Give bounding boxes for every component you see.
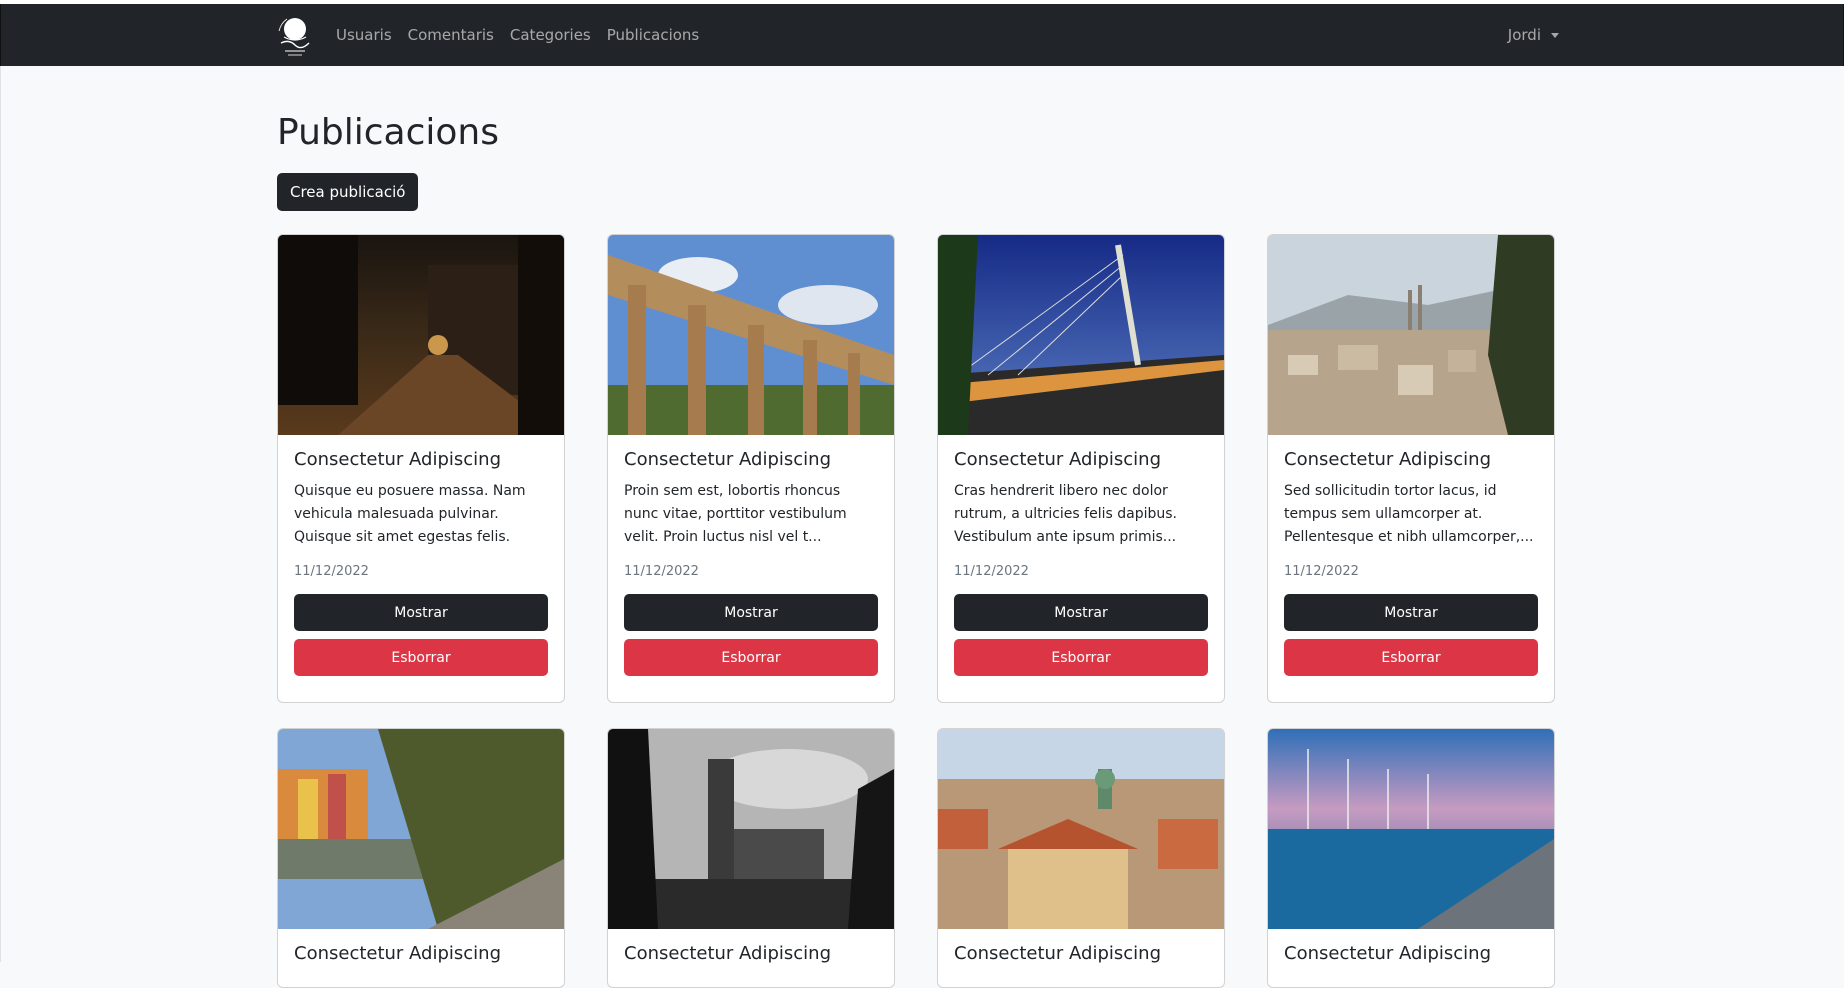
post-card: Consectetur Adipiscing	[937, 728, 1225, 988]
post-card: Consectetur Adipiscing	[607, 728, 895, 988]
post-excerpt: Cras hendrerit libero nec dolor rutrum, …	[954, 483, 1177, 545]
post-card: Consectetur Adipiscing Quisque eu posuer…	[277, 234, 565, 703]
nav-link-comentaris[interactable]: Comentaris	[408, 26, 494, 44]
post-excerpt: Proin sem est, lobortis rhoncus nunc vit…	[624, 483, 847, 545]
delete-button[interactable]: Esborrar	[294, 639, 548, 676]
post-title: Consectetur Adipiscing	[1284, 449, 1492, 470]
show-button[interactable]: Mostrar	[1284, 594, 1538, 631]
show-button[interactable]: Mostrar	[294, 594, 548, 631]
navbar: Usuaris Comentaris Categories Publicacio…	[0, 4, 1844, 66]
post-title: Consectetur Adipiscing	[624, 943, 832, 964]
post-excerpt: Sed sollicitudin tortor lacus, id tempus…	[1284, 483, 1534, 545]
post-title: Consectetur Adipiscing	[294, 943, 502, 964]
nav-link-usuaris[interactable]: Usuaris	[336, 26, 392, 44]
post-card: Consectetur Adipiscing Sed sollicitudin …	[1267, 234, 1555, 703]
post-title: Consectetur Adipiscing	[1284, 943, 1492, 964]
show-button[interactable]: Mostrar	[624, 594, 878, 631]
post-card: Consectetur Adipiscing	[277, 728, 565, 988]
post-title: Consectetur Adipiscing	[294, 449, 502, 470]
user-name: Jordi	[1507, 26, 1541, 44]
post-title: Consectetur Adipiscing	[954, 449, 1162, 470]
post-image-bridge	[938, 235, 1224, 435]
show-button[interactable]: Mostrar	[954, 594, 1208, 631]
user-dropdown[interactable]: Jordi	[1508, 4, 1559, 66]
post-date: 11/12/2022	[624, 564, 699, 579]
post-image-city-view	[1268, 235, 1554, 435]
travel-time-logo[interactable]	[275, 13, 315, 61]
nav-link-publicacions[interactable]: Publicacions	[607, 26, 700, 44]
delete-button[interactable]: Esborrar	[1284, 639, 1538, 676]
post-image-river-houses	[278, 729, 564, 929]
post-card: Consectetur Adipiscing Proin sem est, lo…	[607, 234, 895, 703]
post-card: Consectetur Adipiscing	[1267, 728, 1555, 988]
post-card: Consectetur Adipiscing Cras hendrerit li…	[937, 234, 1225, 703]
post-image-cathedral-bw	[608, 729, 894, 929]
post-image-aqueduct	[608, 235, 894, 435]
post-title: Consectetur Adipiscing	[954, 943, 1162, 964]
post-image-old-town	[938, 729, 1224, 929]
page-title: Publicacions	[277, 112, 499, 153]
post-date: 11/12/2022	[1284, 564, 1359, 579]
post-image-night-street	[278, 235, 564, 435]
post-excerpt: Quisque eu posuere massa. Nam vehicula m…	[294, 483, 526, 545]
post-title: Consectetur Adipiscing	[624, 449, 832, 470]
post-date: 11/12/2022	[954, 564, 1029, 579]
create-post-button[interactable]: Crea publicació	[277, 173, 419, 211]
delete-button[interactable]: Esborrar	[624, 639, 878, 676]
delete-button[interactable]: Esborrar	[954, 639, 1208, 676]
post-image-marina	[1268, 729, 1554, 929]
nav-link-categories[interactable]: Categories	[510, 26, 591, 44]
caret-down-icon	[1551, 32, 1559, 38]
main-content: Publicacions Crea publicació Consectetur…	[0, 66, 1844, 988]
post-date: 11/12/2022	[294, 564, 369, 579]
